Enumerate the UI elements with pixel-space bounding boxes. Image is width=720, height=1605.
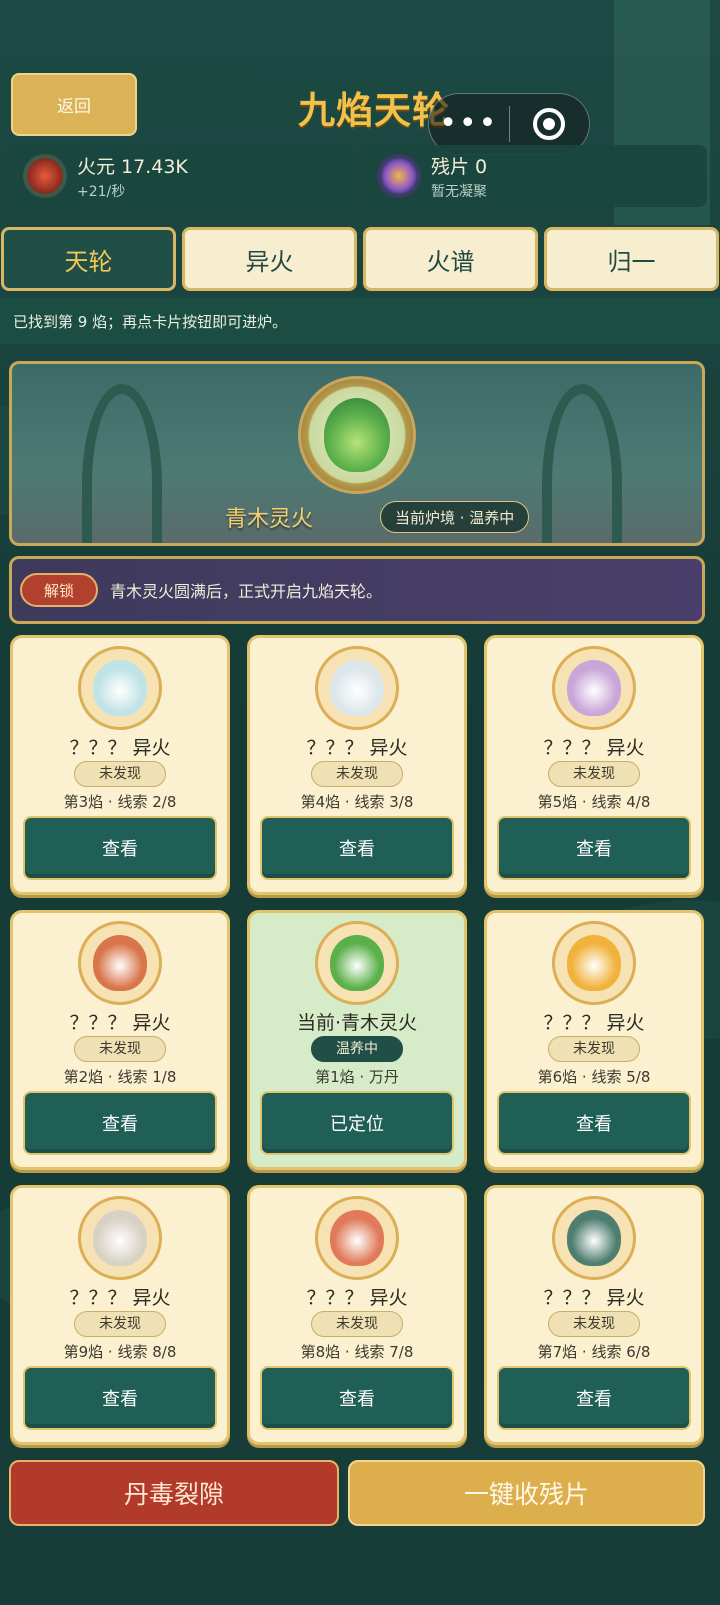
banner-arch bbox=[542, 384, 622, 543]
fire-essence-rate: +21/秒 bbox=[77, 183, 126, 200]
fire-clue: 第3焰 · 线索 2/8 bbox=[63, 793, 177, 811]
fire-clue: 第5焰 · 线索 4/8 bbox=[537, 793, 651, 811]
fire-portrait bbox=[552, 1196, 636, 1280]
furnace-banner: 青木灵火 当前炉境 · 温养中 bbox=[9, 361, 705, 546]
current-fire-portrait bbox=[298, 376, 416, 494]
fire-card-current: 当前·青木灵火 温养中 第1焰 · 万丹 已定位 bbox=[247, 910, 467, 1170]
view-button[interactable]: 查看 bbox=[23, 816, 217, 880]
fire-card: ？？？ 异火 未发现 第6焰 · 线索 5/8 查看 bbox=[484, 910, 704, 1170]
fire-name: 当前·青木灵火 bbox=[296, 1012, 418, 1034]
bottom-action-bar: 丹毒裂隙 一键收残片 bbox=[9, 1460, 705, 1526]
fire-clue: 第8焰 · 线索 7/8 bbox=[300, 1343, 414, 1361]
fire-card-grid: ？？？ 异火 未发现 第3焰 · 线索 2/8 查看 ？？？ 异火 未发现 第4… bbox=[10, 635, 704, 1445]
view-button[interactable]: 查看 bbox=[497, 1091, 691, 1155]
fire-card: ？？？ 异火 未发现 第7焰 · 线索 6/8 查看 bbox=[484, 1185, 704, 1445]
view-button[interactable]: 查看 bbox=[260, 816, 454, 880]
fire-status-badge: 未发现 bbox=[74, 1036, 166, 1062]
fragment-value: 残片 0 bbox=[431, 155, 488, 178]
fragment-stat: 残片 0 暂无凝聚 bbox=[365, 145, 707, 207]
green-flame-icon bbox=[324, 398, 390, 472]
flame-icon bbox=[567, 1210, 621, 1266]
flame-icon bbox=[330, 1210, 384, 1266]
fire-portrait bbox=[552, 646, 636, 730]
fire-status-badge: 未发现 bbox=[548, 1036, 640, 1062]
fire-status-badge: 未发现 bbox=[311, 761, 403, 787]
fire-name: ？？？ 异火 bbox=[69, 1287, 171, 1309]
fire-card: ？？？ 异火 未发现 第5焰 · 线索 4/8 查看 bbox=[484, 635, 704, 895]
fire-name: ？？？ 异火 bbox=[306, 1287, 408, 1309]
fire-status-badge: 未发现 bbox=[548, 1311, 640, 1337]
fire-status-badge: 未发现 bbox=[548, 761, 640, 787]
flame-icon bbox=[567, 935, 621, 991]
fire-status-badge: 未发现 bbox=[311, 1311, 403, 1337]
flame-icon bbox=[330, 935, 384, 991]
banner-arch bbox=[82, 384, 162, 543]
notice-text: 已找到第 9 焰；再点卡片按钮即可进炉。 bbox=[0, 298, 720, 344]
fire-card: ？？？ 异火 未发现 第9焰 · 线索 8/8 查看 bbox=[10, 1185, 230, 1445]
fire-status-badge: 温养中 bbox=[311, 1036, 403, 1062]
fire-clue: 第6焰 · 线索 5/8 bbox=[537, 1068, 651, 1086]
furnace-state-badge: 当前炉境 · 温养中 bbox=[380, 501, 530, 533]
tab-yihuo[interactable]: 异火 bbox=[182, 227, 357, 291]
fire-clue: 第2焰 · 线索 1/8 bbox=[63, 1068, 177, 1086]
view-button[interactable]: 查看 bbox=[23, 1366, 217, 1430]
unlock-bar: 解锁 青木灵火圆满后，正式开启九焰天轮。 bbox=[9, 556, 705, 624]
fire-name: ？？？ 异火 bbox=[306, 737, 408, 759]
fragment-sub: 暂无凝聚 bbox=[431, 183, 487, 200]
flame-icon bbox=[93, 1210, 147, 1266]
flame-icon bbox=[567, 660, 621, 716]
fire-clue: 第4焰 · 线索 3/8 bbox=[300, 793, 414, 811]
tab-guiyi[interactable]: 归一 bbox=[544, 227, 719, 291]
more-menu-icon[interactable]: ••• bbox=[429, 109, 509, 139]
close-miniprogram-icon[interactable] bbox=[510, 108, 590, 140]
located-button[interactable]: 已定位 bbox=[260, 1091, 454, 1155]
fire-portrait bbox=[315, 921, 399, 1005]
fire-status-badge: 未发现 bbox=[74, 761, 166, 787]
fire-name: ？？？ 异火 bbox=[69, 1012, 171, 1034]
flame-icon bbox=[93, 660, 147, 716]
tab-tianlun[interactable]: 天轮 bbox=[1, 227, 176, 291]
fire-name: ？？？ 异火 bbox=[543, 737, 645, 759]
collect-fragments-button[interactable]: 一键收残片 bbox=[348, 1460, 705, 1526]
fire-essence-stat: 火元 17.43K +21/秒 bbox=[11, 145, 354, 207]
fire-portrait bbox=[315, 646, 399, 730]
fire-card: ？？？ 异火 未发现 第4焰 · 线索 3/8 查看 bbox=[247, 635, 467, 895]
fire-portrait bbox=[78, 1196, 162, 1280]
fire-name: ？？？ 异火 bbox=[69, 737, 171, 759]
fragment-icon bbox=[377, 154, 421, 198]
fire-essence-value: 火元 17.43K bbox=[77, 155, 188, 178]
fire-portrait bbox=[78, 646, 162, 730]
back-button[interactable]: 返回 bbox=[11, 73, 137, 136]
tab-bar: 天轮 异火 火谱 归一 bbox=[0, 227, 720, 291]
view-button[interactable]: 查看 bbox=[497, 816, 691, 880]
fire-essence-icon bbox=[23, 154, 67, 198]
flame-icon bbox=[330, 660, 384, 716]
flame-icon bbox=[93, 935, 147, 991]
fire-clue: 第7焰 · 线索 6/8 bbox=[537, 1343, 651, 1361]
current-fire-name: 青木灵火 bbox=[225, 507, 314, 532]
fire-name: ？？？ 异火 bbox=[543, 1012, 645, 1034]
fire-portrait bbox=[78, 921, 162, 1005]
unlock-tag: 解锁 bbox=[20, 573, 98, 607]
view-button[interactable]: 查看 bbox=[497, 1366, 691, 1430]
view-button[interactable]: 查看 bbox=[260, 1366, 454, 1430]
fire-portrait bbox=[315, 1196, 399, 1280]
pill-poison-rift-button[interactable]: 丹毒裂隙 bbox=[9, 1460, 339, 1526]
view-button[interactable]: 查看 bbox=[23, 1091, 217, 1155]
fire-card: ？？？ 异火 未发现 第2焰 · 线索 1/8 查看 bbox=[10, 910, 230, 1170]
unlock-message: 青木灵火圆满后，正式开启九焰天轮。 bbox=[110, 582, 383, 601]
tab-huopu[interactable]: 火谱 bbox=[363, 227, 538, 291]
fire-status-badge: 未发现 bbox=[74, 1311, 166, 1337]
fire-card: ？？？ 异火 未发现 第3焰 · 线索 2/8 查看 bbox=[10, 635, 230, 895]
fire-clue: 第1焰 · 万丹 bbox=[315, 1068, 399, 1086]
fire-clue: 第9焰 · 线索 8/8 bbox=[63, 1343, 177, 1361]
fire-name: ？？？ 异火 bbox=[543, 1287, 645, 1309]
fire-card: ？？？ 异火 未发现 第8焰 · 线索 7/8 查看 bbox=[247, 1185, 467, 1445]
fire-portrait bbox=[552, 921, 636, 1005]
